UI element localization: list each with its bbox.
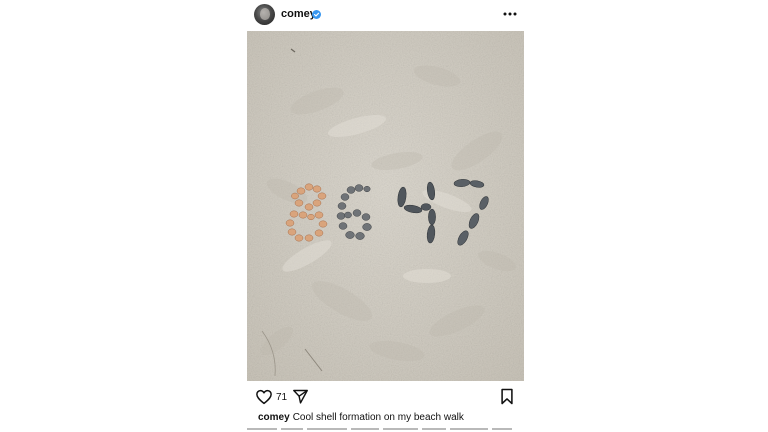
avatar[interactable] — [254, 4, 275, 25]
comments-preview-cutoff — [247, 428, 517, 432]
more-options-icon[interactable] — [503, 10, 517, 18]
post-header: comey — [247, 0, 524, 30]
like-count[interactable]: 71 — [276, 392, 287, 404]
instagram-post: comey 71 comey Cool shell formation on m… — [0, 0, 768, 432]
sand-shell-image — [247, 31, 524, 381]
verified-badge-icon — [312, 10, 321, 19]
caption-username[interactable]: comey — [258, 412, 290, 423]
caption-text: Cool shell formation on my beach walk — [292, 412, 464, 423]
post-actions: 71 — [247, 384, 524, 410]
username[interactable]: comey — [281, 8, 316, 21]
send-icon[interactable] — [292, 388, 309, 405]
post-caption: comey Cool shell formation on my beach wa… — [258, 411, 464, 424]
heart-icon[interactable] — [255, 388, 273, 406]
post-photo[interactable] — [247, 31, 524, 381]
bookmark-icon[interactable] — [500, 388, 514, 405]
